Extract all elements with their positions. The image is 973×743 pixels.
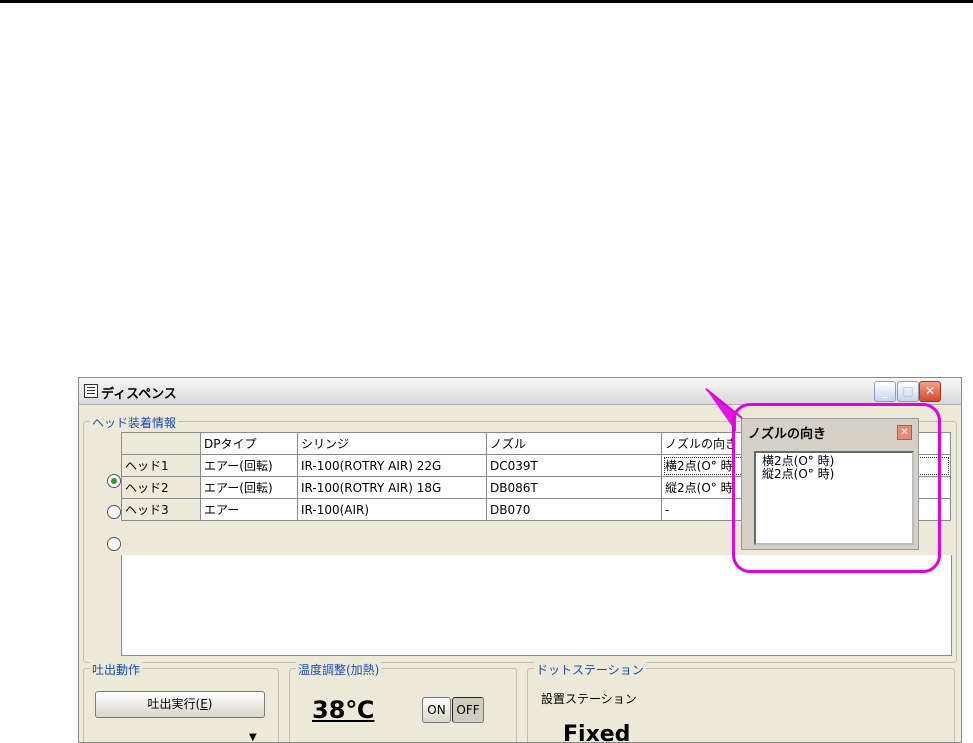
callout-pointer	[705, 388, 743, 432]
